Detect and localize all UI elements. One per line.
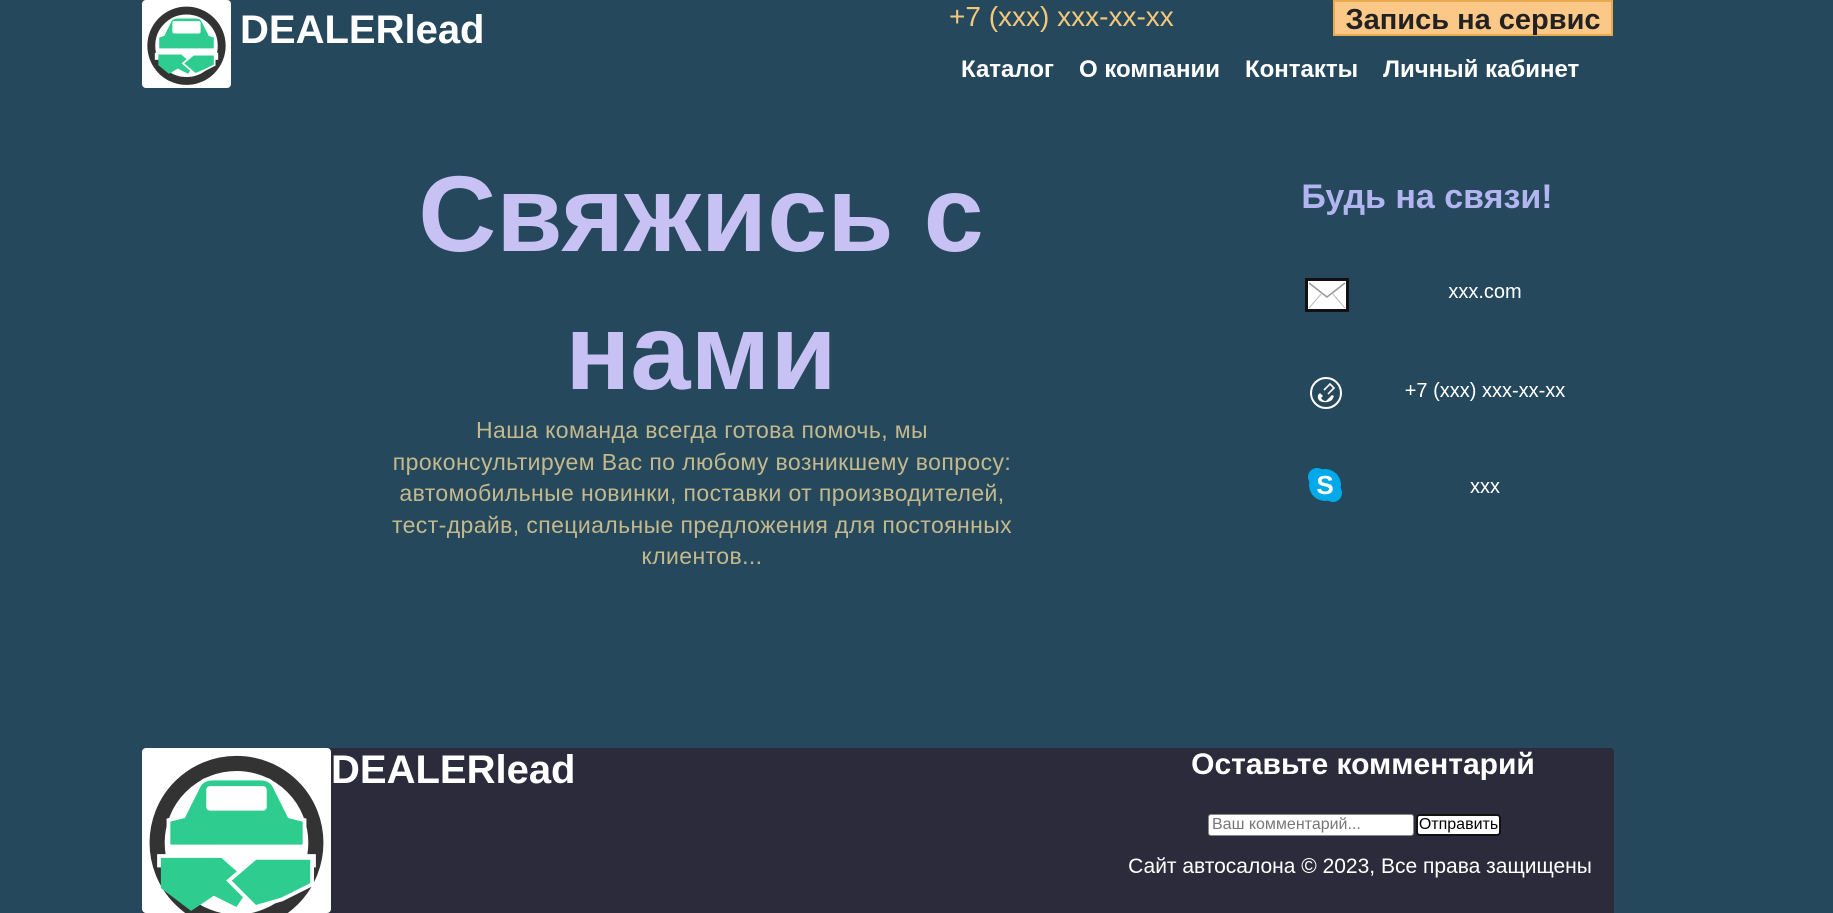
contact-phone-value: +7 (xxx) xxx-xx-xx xyxy=(1404,380,1566,402)
svg-text:S: S xyxy=(1316,470,1333,500)
send-comment-button[interactable]: Отправить xyxy=(1416,814,1501,836)
contact-phone[interactable]: +7 (xxx) xxx-xx-xx xyxy=(1305,369,1605,413)
service-booking-button[interactable]: Запись на сервис xyxy=(1333,0,1613,36)
car-handshake-logo-icon xyxy=(149,755,324,913)
header-phone[interactable]: +7 (xxx) xxx-xx-xx xyxy=(949,0,1174,34)
phone-icon xyxy=(1305,369,1355,413)
skype-icon: S xyxy=(1305,465,1355,509)
main-nav: Каталог О компании Контакты Личный кабин… xyxy=(961,56,1579,84)
comment-input[interactable] xyxy=(1208,814,1414,836)
hero-title: Свяжись с нами xyxy=(351,145,1051,421)
nav-contacts[interactable]: Контакты xyxy=(1245,56,1358,84)
hero-title-line2: нами xyxy=(565,291,837,412)
contact-email-value: xxx.com xyxy=(1448,281,1522,303)
car-handshake-logo-icon xyxy=(147,6,226,85)
hero-title-line1: Свяжись с xyxy=(418,153,984,274)
contact-email[interactable]: xxx.com xyxy=(1305,270,1605,314)
contacts-title: Будь на связи! xyxy=(1301,178,1553,216)
nav-about[interactable]: О компании xyxy=(1079,56,1220,84)
contact-skype-value: xxx xyxy=(1470,476,1500,498)
hero-description: Наша команда всегда готова помочь, мы пр… xyxy=(391,417,1013,569)
mail-icon xyxy=(1305,270,1355,314)
nav-catalog[interactable]: Каталог xyxy=(961,56,1054,84)
footer-logo[interactable] xyxy=(142,748,331,913)
nav-account[interactable]: Личный кабинет xyxy=(1383,56,1579,84)
copyright: Сайт автосалона © 2023, Все права защище… xyxy=(1128,855,1592,878)
header-brand-name[interactable]: DEALERlead xyxy=(240,8,485,52)
comment-heading: Оставьте комментарий xyxy=(1191,748,1535,781)
footer-brand-name[interactable]: DEALERlead xyxy=(331,748,576,792)
header-logo[interactable] xyxy=(142,0,231,88)
contact-skype[interactable]: S xxx xyxy=(1305,465,1605,509)
